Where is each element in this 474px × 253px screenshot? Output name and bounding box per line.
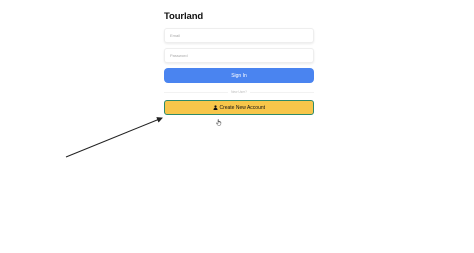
user-icon — [213, 105, 218, 110]
login-page: Tourland Sign In New User? Create New Ac… — [0, 0, 474, 253]
brand-title: Tourland — [164, 11, 204, 22]
create-account-button[interactable]: Create New Account — [164, 100, 314, 115]
new-user-divider: New User? — [164, 89, 314, 95]
create-account-label: Create New Account — [219, 104, 266, 111]
divider-text: New User? — [228, 90, 250, 94]
login-card: Tourland Sign In New User? Create New Ac… — [164, 10, 314, 115]
hand-cursor-icon — [216, 113, 222, 126]
sign-in-button[interactable]: Sign In — [164, 68, 314, 83]
email-field[interactable] — [164, 28, 314, 43]
sign-in-label: Sign In — [231, 72, 247, 79]
password-field[interactable] — [164, 48, 314, 63]
